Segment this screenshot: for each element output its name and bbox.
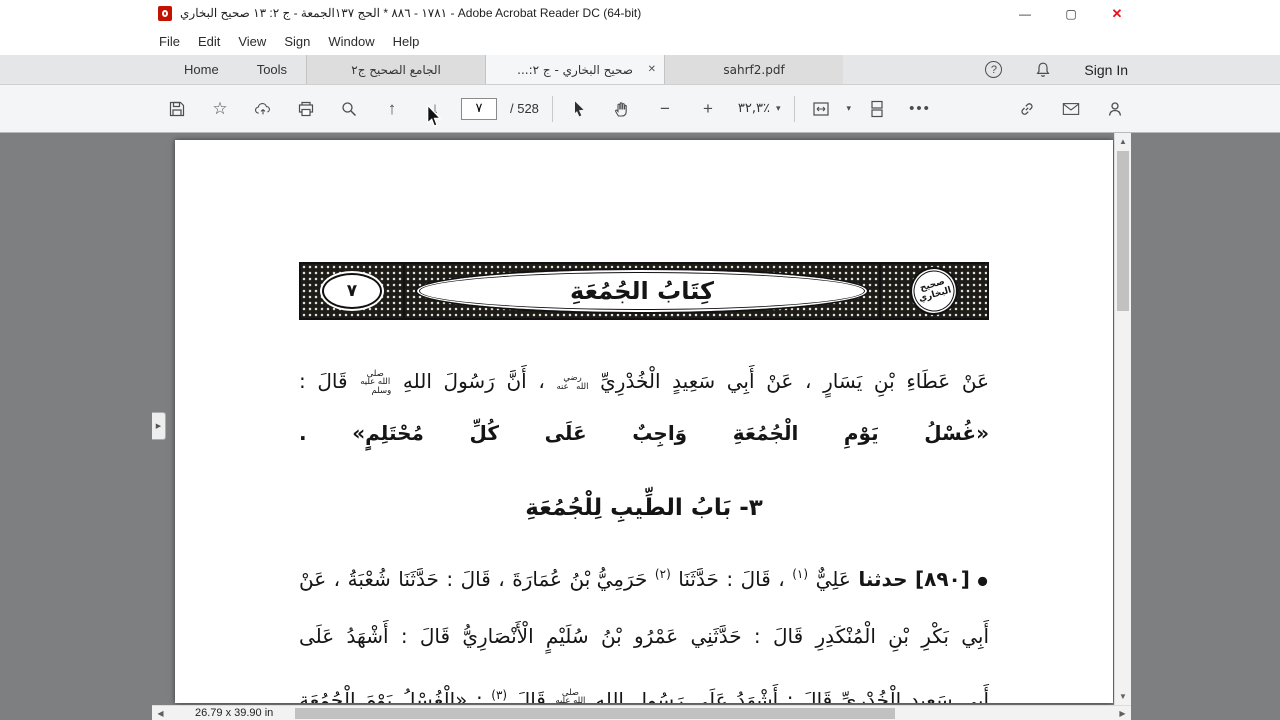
scroll-up-arrow-icon[interactable]: ▲ <box>1115 134 1131 149</box>
zoom-in-icon[interactable]: + <box>691 92 725 126</box>
page-scrolling-icon[interactable] <box>860 92 894 126</box>
hadith-bullet: ● <box>977 573 990 588</box>
menu-window[interactable]: Window <box>319 34 383 49</box>
document-tab-3-label: sahrf2.pdf <box>723 62 785 77</box>
document-tab-1[interactable]: الجامع الصحيح ج٢ <box>306 55 486 84</box>
text-segment: عَنْ عَطَاءِ بْنِ يَسَارٍ ، عَنْ أَبِي س… <box>600 369 990 393</box>
document-viewport: ٧ كِتَابُ الجُمُعَةِ صحيح البخاري عَنْ ع… <box>0 133 1280 720</box>
hadith-text-line: عَنْ عَطَاءِ بْنِ يَسَارٍ ، عَنْ أَبِي س… <box>299 364 989 398</box>
menu-view[interactable]: View <box>229 34 275 49</box>
ornament-left: ٧ <box>301 264 405 318</box>
previous-page-icon[interactable]: ↑ <box>375 92 409 126</box>
chevron-down-icon: ▾ <box>776 103 781 114</box>
acrobat-app-icon <box>158 6 172 21</box>
chevron-down-icon[interactable]: ▾ <box>847 103 852 114</box>
text-segment: حَرَمِيُّ بْنُ عُمَارَةَ ، قَالَ : حَدَّ… <box>299 567 648 591</box>
page-number-cartouche: ٧ <box>322 273 382 309</box>
document-tab-3[interactable]: sahrf2.pdf <box>664 55 844 84</box>
vertical-scrollbar[interactable]: ▲ ▼ <box>1114 133 1131 705</box>
fit-width-icon[interactable] <box>804 92 838 126</box>
cloud-upload-icon[interactable] <box>246 92 280 126</box>
footnote-marker-1: (١) <box>792 567 809 581</box>
document-tab-2-label: صحيح البخاري - ج ٢:... <box>517 62 633 77</box>
print-icon[interactable] <box>289 92 323 126</box>
ornament-right: صحيح البخاري <box>879 261 987 321</box>
page-total-label: / 528 <box>510 101 539 116</box>
tab-tools[interactable]: Tools <box>238 55 306 84</box>
nav-pane-toggle[interactable]: ▶ <box>152 412 166 440</box>
scroll-down-arrow-icon[interactable]: ▼ <box>1115 689 1131 704</box>
select-tool-icon[interactable] <box>562 92 596 126</box>
chapter-title: كِتَابُ الجُمُعَةِ <box>415 268 869 314</box>
honorific-salla-allahu-alayhi-wa-sallam: صلى الله عليه وسلم <box>360 368 392 396</box>
next-page-icon[interactable]: ↓ <box>418 92 452 126</box>
toolbar-right-cluster <box>1010 92 1132 126</box>
document-tab-2-active[interactable]: صحيح البخاري - ج ٢:... ✕ <box>485 55 665 84</box>
more-tools-icon[interactable]: ••• <box>903 92 937 126</box>
share-link-icon[interactable] <box>1010 92 1044 126</box>
footnote-marker-3: (٣) <box>491 688 508 702</box>
scroll-left-arrow-icon[interactable]: ◀ <box>153 706 168 720</box>
menu-bar: File Edit View Sign Window Help <box>0 27 1280 55</box>
zoom-out-icon[interactable]: − <box>648 92 682 126</box>
sign-in-button[interactable]: Sign In <box>1084 62 1128 78</box>
minimize-button[interactable]: — <box>1002 0 1048 27</box>
acrobat-window: ١٧٨١ - ٨٨٦ * الحج ١٣٧الجمعة - ج ٢: ١٣ صح… <box>0 0 1280 720</box>
book-seal: صحيح البخاري <box>904 261 964 321</box>
pdf-page: ٧ كِتَابُ الجُمُعَةِ صحيح البخاري عَنْ ع… <box>175 140 1113 703</box>
isnad-opener: حدثنا <box>858 567 908 591</box>
text-segment: قَالَ <box>515 688 546 703</box>
hand-tool-icon[interactable] <box>605 92 639 126</box>
zoom-level-value: ٣٢,٣٪ <box>737 101 770 116</box>
text-segment: عَلِيٌّ <box>815 567 851 591</box>
text-segment: ، قَالَ : حَدَّثَنَا <box>678 567 785 591</box>
title-bar: ١٧٨١ - ٨٨٦ * الحج ١٣٧الجمعة - ج ٢: ١٣ صح… <box>0 0 1280 27</box>
save-icon[interactable] <box>160 92 194 126</box>
tabbar-right-cluster: ? Sign In <box>985 55 1128 84</box>
tab-close-icon[interactable]: ✕ <box>648 64 656 75</box>
vertical-scrollbar-thumb[interactable] <box>1117 151 1129 311</box>
ornament-center: كِتَابُ الجُمُعَةِ <box>405 264 879 318</box>
document-tab-1-label: الجامع الصحيح ج٢ <box>351 62 441 77</box>
text-segment: أَبِي سَعِيدٍ الْخُدْرِيِّ قَالَ : أَشْه… <box>594 688 990 703</box>
horizontal-scrollbar-thumb[interactable] <box>295 708 895 719</box>
email-icon[interactable] <box>1054 92 1088 126</box>
search-icon[interactable] <box>332 92 366 126</box>
scroll-right-arrow-icon[interactable]: ▶ <box>1115 706 1130 720</box>
hadith-quote-line: «غُسْلُ يَوْمِ الْجُمُعَةِ وَاجِبٌ عَلَى… <box>299 421 989 445</box>
zoom-level-dropdown[interactable]: ٣٢,٣٪ ▾ <box>734 101 785 116</box>
chapter-ornament-band: ٧ كِتَابُ الجُمُعَةِ صحيح البخاري <box>299 261 989 321</box>
menu-sign[interactable]: Sign <box>275 34 319 49</box>
notifications-bell-icon[interactable] <box>1026 53 1060 87</box>
menu-file[interactable]: File <box>150 34 189 49</box>
main-toolbar: ☆ ↑ ↓ / 528 − + ٣٢,٣٪ ▾ ▾ <box>0 85 1280 133</box>
user-profile-icon[interactable] <box>1098 92 1132 126</box>
toolbar-separator <box>551 95 553 122</box>
honorific-salla-allahu-alayhi-wa-sallam: صلى الله عليه وسلم <box>555 687 586 703</box>
maximize-button[interactable]: ▢ <box>1048 0 1094 27</box>
text-segment: قَالَ : <box>299 369 348 393</box>
tab-home[interactable]: Home <box>165 55 238 84</box>
star-favorite-icon[interactable]: ☆ <box>203 92 237 126</box>
toolbar-separator <box>793 95 795 122</box>
horizontal-scrollbar[interactable]: ◀ 26.79 x 39.90 in ▶ <box>152 705 1131 720</box>
menu-edit[interactable]: Edit <box>189 34 229 49</box>
hadith-text-line-clipped: أَبِي سَعِيدٍ الْخُدْرِيِّ قَالَ : أَشْه… <box>299 683 989 703</box>
help-icon[interactable]: ? <box>985 61 1003 78</box>
page-dimensions-label: 26.79 x 39.90 in <box>195 707 274 719</box>
tab-bar: Home Tools الجامع الصحيح ج٢ صحيح البخاري… <box>0 55 1280 85</box>
pdf-page-content: ٧ كِتَابُ الجُمُعَةِ صحيح البخاري عَنْ ع… <box>299 261 989 703</box>
hadith-890-line: ● [٨٩٠] حدثنا عَلِيٌّ (١) ، قَالَ : حَدَ… <box>299 562 989 599</box>
menu-help[interactable]: Help <box>384 34 429 49</box>
window-controls: — ▢ ✕ <box>1002 0 1140 27</box>
bab-heading: ٣- بَابُ الطِّيبِ لِلْجُمُعَةِ <box>525 495 763 521</box>
text-segment: ، أَنَّ رَسُولَ اللهِ <box>402 369 545 393</box>
close-button[interactable]: ✕ <box>1094 0 1140 27</box>
window-title: ١٧٨١ - ٨٨٦ * الحج ١٣٧الجمعة - ج ٢: ١٣ صح… <box>180 6 642 20</box>
page-number-input[interactable] <box>461 97 497 120</box>
hadith-text-line: أَبِي بَكْرِ بْنِ الْمُنْكَدِرِ قَالَ : … <box>299 624 989 648</box>
hadith-number: [٨٩٠] <box>915 567 970 591</box>
footnote-marker-2: (٢) <box>654 567 671 581</box>
honorific-radiallahu-anhu: رضي الله عنه <box>556 373 589 392</box>
